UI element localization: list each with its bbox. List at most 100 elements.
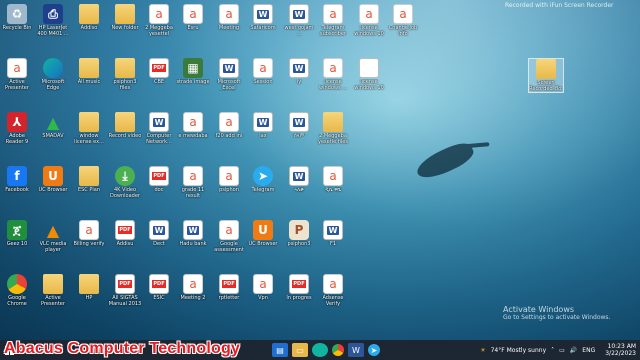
word-icon: W <box>289 4 309 24</box>
vlc-icon: ▲ <box>46 220 60 240</box>
file-explorer-icon[interactable]: ▭ <box>292 343 308 357</box>
desktop-icon[interactable]: U UC Browser <box>36 166 70 193</box>
desktop-icon[interactable]: aGoogle assessment verify <box>212 220 246 253</box>
desktop-icon[interactable]: ae mewdaba <box>176 112 210 139</box>
image-icon: ▦ <box>183 58 203 78</box>
desktop-icon[interactable]: W ኣለቃ <box>282 166 316 193</box>
recorder-watermark: Recorded with iFun Screen Recorder <box>505 2 614 9</box>
activate-windows-notice: Activate Windows Go to Settings to activ… <box>503 305 610 321</box>
desktop-icon[interactable]: PDF In progres <box>282 274 316 301</box>
system-tray[interactable]: ☀ 74°F Mostly sunny ˄ ▭ 🔊 ENG 10:23 AM 3… <box>475 340 640 360</box>
desktop-icon[interactable]: Wlax <box>246 112 280 139</box>
taskbar-app-icon[interactable]: ▤ <box>272 343 288 357</box>
desktop[interactable]: ♻ Recycle Bin ⎙ HP LaserJet 400 M401 ... A… <box>0 0 640 340</box>
desktop-icon[interactable]: a2 Meggeba yesettel <box>142 4 176 37</box>
desktop-icon[interactable]: ▦ strade image <box>176 58 210 85</box>
desktop-icon[interactable]: ▲ SMADAV <box>36 112 70 140</box>
desktop-icon[interactable]: a Active Presenter <box>0 58 34 91</box>
word-icon: W <box>149 220 169 240</box>
edge-taskbar-icon[interactable] <box>312 343 328 357</box>
desktop-icon[interactable]: ⎙ HP LaserJet 400 M401 ... <box>36 4 70 37</box>
desktop-icon[interactable]: f Facebook <box>0 166 34 193</box>
desktop-icon[interactable]: Addiso <box>72 4 106 31</box>
desktop-icon[interactable]: a grade 11 result <box>176 166 210 199</box>
pdf-icon: PDF <box>149 274 169 294</box>
desktop-icon[interactable]: ➤ Telegram <box>246 166 280 193</box>
desktop-icon[interactable]: W Hadu bank <box>176 220 210 247</box>
printer-icon: ⎙ <box>43 4 63 24</box>
folder-icon <box>79 274 99 294</box>
desktop-icon[interactable]: license windows 10 ... <box>352 58 386 91</box>
desktop-icon[interactable]: a Session <box>246 58 280 85</box>
desktop-icon[interactable]: a Vpn <box>246 274 280 301</box>
desktop-icon[interactable]: a license windows 10 <box>352 4 386 37</box>
desktop-icon[interactable]: U UC Browser <box>246 220 280 247</box>
desktop-icon[interactable]: ⅄ Adobe Reader 9 <box>0 112 34 145</box>
acrobat-icon: a <box>323 166 343 186</box>
desktop-icon[interactable]: ጀ Geez 10 <box>0 220 34 247</box>
desktop-icon[interactable]: psiphon3 files <box>108 58 142 91</box>
word-taskbar-icon[interactable]: W <box>348 343 364 357</box>
chevron-up-icon[interactable]: ˄ <box>551 347 554 354</box>
acrobat-icon: a <box>219 112 239 132</box>
desktop-icon[interactable]: Ppsiphon3 <box>282 220 316 247</box>
volume-icon[interactable]: 🔊 <box>570 347 577 354</box>
word-icon: W <box>323 220 343 240</box>
acrobat-icon: a <box>323 58 343 78</box>
desktop-icon[interactable]: PDF doc <box>142 166 176 193</box>
desktop-icon[interactable]: All music <box>72 58 106 85</box>
weather-text[interactable]: 74°F Mostly sunny <box>491 347 547 354</box>
desktop-icon[interactable]: a Adsense Verify <box>316 274 350 307</box>
desktop-icon[interactable]: Wwest gojam ... <box>282 4 316 37</box>
telegram-taskbar-icon[interactable]: ➤ <box>368 344 380 356</box>
desktop-icon[interactable]: Active Presenter <box>36 274 70 307</box>
desktop-icon[interactable]: WMicrosoft Excel Introd... <box>212 58 246 91</box>
weather-icon: ☀ <box>480 346 486 354</box>
network-icon[interactable]: ▭ <box>559 347 565 354</box>
desktop-icon[interactable]: PDF CBE <box>142 58 176 85</box>
chrome-taskbar-icon[interactable] <box>332 344 344 356</box>
desktop-icon[interactable]: Record video <box>108 112 142 139</box>
desktop-icon[interactable]: a Esru <box>176 4 210 31</box>
desktop-icon[interactable]: 2 Meggeba yesetle files <box>316 112 350 145</box>
desktop-icon[interactable]: Microsoft Edge <box>36 58 70 91</box>
desktop-icon[interactable]: ♻ Recycle Bin <box>0 4 34 31</box>
adobe-reader-icon: ⅄ <box>7 112 27 132</box>
clock[interactable]: 10:23 AM 3/22/2023 <box>600 343 636 357</box>
desktop-icon[interactable]: a Meeting <box>212 4 246 31</box>
pdf-icon: PDF <box>115 274 135 294</box>
word-icon: W <box>219 58 239 78</box>
desktop-icon[interactable]: a ዲቤ ዋቤ <box>316 166 350 193</box>
word-icon: W <box>289 58 309 78</box>
desktop-icon[interactable]: ⤓ 4K Video Downloader <box>108 166 142 199</box>
desktop-icon[interactable]: a Meeting 2 <box>176 274 210 301</box>
desktop-icon[interactable]: a f20 add ini <box>212 112 246 139</box>
desktop-icon[interactable]: a license windows ... <box>316 58 350 91</box>
pdf-icon: PDF <box>115 220 135 240</box>
desktop-icon[interactable]: a Billing verify <box>72 220 106 247</box>
desktop-icon[interactable]: PDF rptletter <box>212 274 246 301</box>
smadav-icon: ▲ <box>46 112 60 132</box>
desktop-icon[interactable]: ESC Plan <box>72 166 106 193</box>
desktop-icon[interactable]: W F1 <box>316 220 350 247</box>
desktop-icon[interactable]: New folder <box>108 4 142 31</box>
desktop-icon[interactable]: PDF ESIC <box>142 274 176 301</box>
acrobat-icon: a <box>219 4 239 24</box>
desktop-icon[interactable]: a psiphon <box>212 166 246 193</box>
desktop-icon[interactable]: HP <box>72 274 106 301</box>
desktop-icon[interactable]: Wly <box>282 58 316 85</box>
desktop-icon[interactable]: a Telegram subscriber <box>316 4 350 37</box>
desktop-icon[interactable]: W Safaricom <box>246 4 280 31</box>
desktop-icon[interactable]: W Computer Network... <box>142 112 176 145</box>
desktop-icon[interactable]: Google Chrome <box>0 274 34 307</box>
desktop-icon[interactable]: window license ex... <box>72 112 106 145</box>
desktop-icon[interactable]: W ሰላም <box>282 112 316 139</box>
desktop-icon[interactable]: W Dect <box>142 220 176 247</box>
desktop-icon-selected[interactable]: Screen Recorded_flo... <box>528 58 564 93</box>
desktop-icon[interactable]: a Change job info <box>386 4 420 37</box>
word-icon: W <box>253 4 273 24</box>
language-indicator[interactable]: ENG <box>582 347 595 354</box>
desktop-icon[interactable]: ▲ VLC media player <box>36 220 70 254</box>
desktop-icon[interactable]: PDFAll SIGTAS Manual 2013 ... <box>108 274 142 307</box>
desktop-icon[interactable]: PDF Addisu <box>108 220 142 247</box>
